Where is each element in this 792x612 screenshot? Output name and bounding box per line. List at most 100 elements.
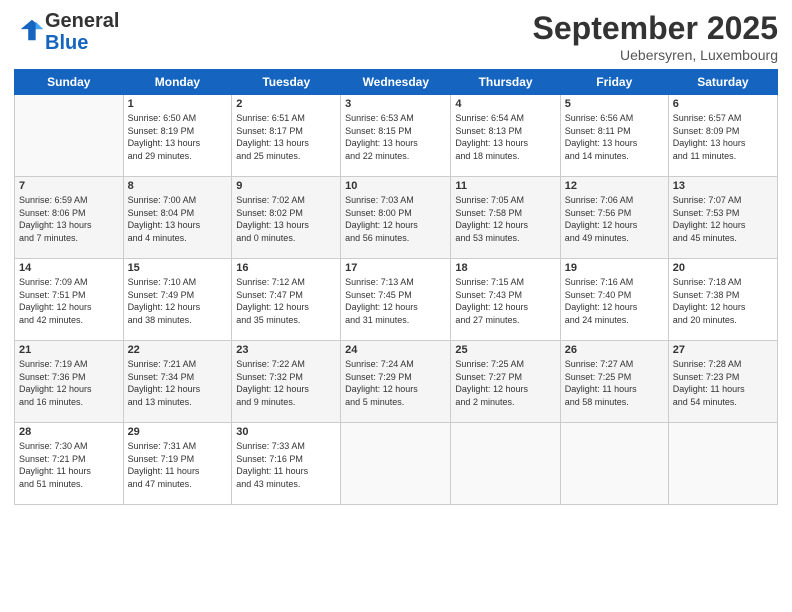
calendar-cell (341, 423, 451, 505)
calendar-cell: 1Sunrise: 6:50 AM Sunset: 8:19 PM Daylig… (123, 95, 232, 177)
day-number: 3 (345, 98, 446, 110)
day-info: Sunrise: 6:50 AM Sunset: 8:19 PM Dayligh… (128, 112, 228, 162)
day-info: Sunrise: 7:06 AM Sunset: 7:56 PM Dayligh… (565, 194, 664, 244)
day-number: 2 (236, 98, 336, 110)
calendar-cell: 25 Sunrise: 7:25 AM Sunset: 7:27 PM Dayli… (451, 341, 560, 423)
day-number: 26 (565, 344, 664, 356)
calendar-cell: 10Sunrise: 7:03 AM Sunset: 8:00 PM Dayli… (341, 177, 451, 259)
day-info: Sunrise: 7:16 AM Sunset: 7:40 PM Dayligh… (565, 276, 664, 326)
day-number: 10 (345, 180, 446, 192)
day-number: 15 (128, 262, 228, 274)
calendar-cell: 15 Sunrise: 7:10 AM Sunset: 7:49 PM Dayli… (123, 259, 232, 341)
day-number: 22 (128, 344, 228, 356)
day-number: 5 (565, 98, 664, 110)
day-number: 23 (236, 344, 336, 356)
calendar-header-row: SundayMondayTuesdayWednesdayThursdayFrid… (15, 70, 778, 95)
day-info: Sunrise: 7:02 AM Sunset: 8:02 PM Dayligh… (236, 194, 336, 244)
day-info: Sunrise: 7:24 AM Sunset: 7:29 PM Dayligh… (345, 358, 446, 408)
day-info: Sunrise: 7:15 AM Sunset: 7:43 PM Dayligh… (455, 276, 555, 326)
calendar-cell: 24 Sunrise: 7:24 AM Sunset: 7:29 PM Dayli… (341, 341, 451, 423)
calendar-cell: 14 Sunrise: 7:09 AM Sunset: 7:51 PM Dayli… (15, 259, 124, 341)
calendar-cell: 9 Sunrise: 7:02 AM Sunset: 8:02 PM Daylig… (232, 177, 341, 259)
day-number: 13 (673, 180, 773, 192)
day-info: Sunrise: 7:12 AM Sunset: 7:47 PM Dayligh… (236, 276, 336, 326)
calendar-week-row: 1Sunrise: 6:50 AM Sunset: 8:19 PM Daylig… (15, 95, 778, 177)
day-info: Sunrise: 6:59 AM Sunset: 8:06 PM Dayligh… (19, 194, 119, 244)
day-info: Sunrise: 7:19 AM Sunset: 7:36 PM Dayligh… (19, 358, 119, 408)
day-number: 30 (236, 426, 336, 438)
calendar-cell (668, 423, 777, 505)
day-number: 29 (128, 426, 228, 438)
calendar-cell: 19Sunrise: 7:16 AM Sunset: 7:40 PM Dayli… (560, 259, 668, 341)
logo-general-text: General (45, 10, 119, 32)
col-header-tuesday: Tuesday (232, 70, 341, 95)
calendar-cell: 13 Sunrise: 7:07 AM Sunset: 7:53 PM Dayli… (668, 177, 777, 259)
col-header-monday: Monday (123, 70, 232, 95)
day-info: Sunrise: 7:33 AM Sunset: 7:16 PM Dayligh… (236, 440, 336, 490)
day-info: Sunrise: 7:28 AM Sunset: 7:23 PM Dayligh… (673, 358, 773, 408)
calendar-week-row: 21 Sunrise: 7:19 AM Sunset: 7:36 PM Dayli… (15, 341, 778, 423)
calendar-cell: 7 Sunrise: 6:59 AM Sunset: 8:06 PM Daylig… (15, 177, 124, 259)
day-number: 14 (19, 262, 119, 274)
calendar-cell: 11 Sunrise: 7:05 AM Sunset: 7:58 PM Dayli… (451, 177, 560, 259)
title-block: September 2025 Uebersyren, Luxembourg (533, 10, 778, 63)
day-info: Sunrise: 6:53 AM Sunset: 8:15 PM Dayligh… (345, 112, 446, 162)
header: General Blue September 2025 Uebersyren, … (14, 10, 778, 63)
logo: General Blue (14, 10, 119, 54)
day-number: 18 (455, 262, 555, 274)
location: Uebersyren, Luxembourg (533, 47, 778, 63)
logo-icon (17, 16, 45, 44)
day-number: 20 (673, 262, 773, 274)
day-info: Sunrise: 7:05 AM Sunset: 7:58 PM Dayligh… (455, 194, 555, 244)
calendar-cell: 30 Sunrise: 7:33 AM Sunset: 7:16 PM Dayli… (232, 423, 341, 505)
calendar: SundayMondayTuesdayWednesdayThursdayFrid… (14, 69, 778, 505)
day-number: 7 (19, 180, 119, 192)
calendar-cell (451, 423, 560, 505)
calendar-cell: 5 Sunrise: 6:56 AM Sunset: 8:11 PM Daylig… (560, 95, 668, 177)
day-number: 11 (455, 180, 555, 192)
calendar-cell: 28 Sunrise: 7:30 AM Sunset: 7:21 PM Dayli… (15, 423, 124, 505)
day-number: 25 (455, 344, 555, 356)
calendar-week-row: 28 Sunrise: 7:30 AM Sunset: 7:21 PM Dayli… (15, 423, 778, 505)
day-info: Sunrise: 6:56 AM Sunset: 8:11 PM Dayligh… (565, 112, 664, 162)
day-number: 24 (345, 344, 446, 356)
calendar-cell: 12 Sunrise: 7:06 AM Sunset: 7:56 PM Dayli… (560, 177, 668, 259)
day-info: Sunrise: 7:27 AM Sunset: 7:25 PM Dayligh… (565, 358, 664, 408)
day-info: Sunrise: 6:54 AM Sunset: 8:13 PM Dayligh… (455, 112, 555, 162)
calendar-cell: 4 Sunrise: 6:54 AM Sunset: 8:13 PM Daylig… (451, 95, 560, 177)
day-info: Sunrise: 7:00 AM Sunset: 8:04 PM Dayligh… (128, 194, 228, 244)
day-number: 6 (673, 98, 773, 110)
calendar-cell: 16 Sunrise: 7:12 AM Sunset: 7:47 PM Dayli… (232, 259, 341, 341)
day-info: Sunrise: 7:09 AM Sunset: 7:51 PM Dayligh… (19, 276, 119, 326)
day-number: 28 (19, 426, 119, 438)
day-info: Sunrise: 7:21 AM Sunset: 7:34 PM Dayligh… (128, 358, 228, 408)
day-number: 8 (128, 180, 228, 192)
day-number: 27 (673, 344, 773, 356)
logo-blue-text: Blue (45, 32, 88, 54)
calendar-cell: 21 Sunrise: 7:19 AM Sunset: 7:36 PM Dayli… (15, 341, 124, 423)
day-info: Sunrise: 7:31 AM Sunset: 7:19 PM Dayligh… (128, 440, 228, 490)
calendar-cell: 23 Sunrise: 7:22 AM Sunset: 7:32 PM Dayli… (232, 341, 341, 423)
day-info: Sunrise: 7:10 AM Sunset: 7:49 PM Dayligh… (128, 276, 228, 326)
calendar-week-row: 14 Sunrise: 7:09 AM Sunset: 7:51 PM Dayli… (15, 259, 778, 341)
day-info: Sunrise: 7:13 AM Sunset: 7:45 PM Dayligh… (345, 276, 446, 326)
day-number: 9 (236, 180, 336, 192)
day-info: Sunrise: 7:22 AM Sunset: 7:32 PM Dayligh… (236, 358, 336, 408)
calendar-cell: 20Sunrise: 7:18 AM Sunset: 7:38 PM Dayli… (668, 259, 777, 341)
day-info: Sunrise: 7:25 AM Sunset: 7:27 PM Dayligh… (455, 358, 555, 408)
day-number: 17 (345, 262, 446, 274)
day-number: 21 (19, 344, 119, 356)
col-header-sunday: Sunday (15, 70, 124, 95)
day-number: 4 (455, 98, 555, 110)
calendar-week-row: 7 Sunrise: 6:59 AM Sunset: 8:06 PM Daylig… (15, 177, 778, 259)
day-info: Sunrise: 7:07 AM Sunset: 7:53 PM Dayligh… (673, 194, 773, 244)
day-info: Sunrise: 7:30 AM Sunset: 7:21 PM Dayligh… (19, 440, 119, 490)
calendar-cell: 17 Sunrise: 7:13 AM Sunset: 7:45 PM Dayli… (341, 259, 451, 341)
day-info: Sunrise: 6:57 AM Sunset: 8:09 PM Dayligh… (673, 112, 773, 162)
calendar-cell: 26 Sunrise: 7:27 AM Sunset: 7:25 PM Dayli… (560, 341, 668, 423)
day-number: 16 (236, 262, 336, 274)
day-number: 12 (565, 180, 664, 192)
month-title: September 2025 (533, 10, 778, 47)
calendar-cell: 22 Sunrise: 7:21 AM Sunset: 7:34 PM Dayli… (123, 341, 232, 423)
calendar-cell: 6 Sunrise: 6:57 AM Sunset: 8:09 PM Daylig… (668, 95, 777, 177)
